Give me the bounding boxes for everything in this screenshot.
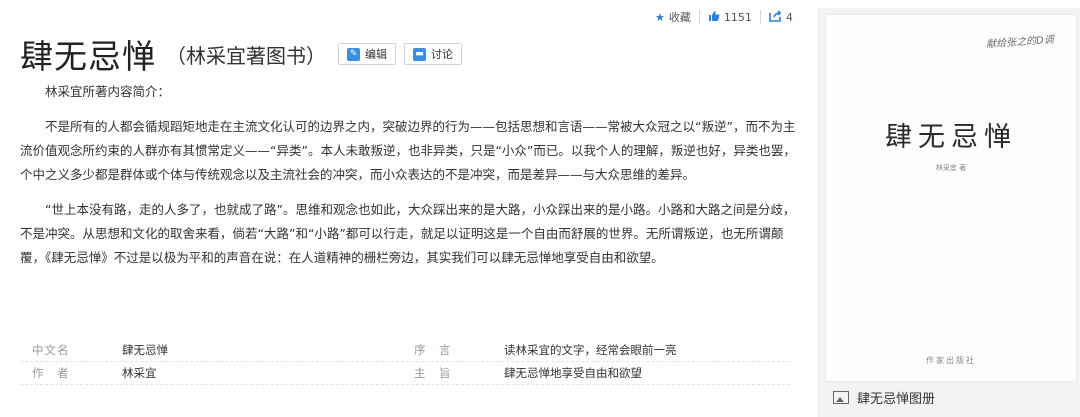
share-button[interactable]: 4: [769, 9, 793, 25]
summary-paragraph: “世上本没有路，走的人多了，也就成了路”。思维和观念也如此，大众踩出来的是大路，…: [20, 202, 796, 265]
edit-button[interactable]: ✎ 编辑: [338, 43, 396, 65]
info-value: 林采宜: [122, 366, 157, 380]
page-subtitle: （林采宜著图书）: [166, 43, 326, 68]
title-row: 肆无忌惮 （林采宜著图书） ✎ 编辑 ▬ 讨论: [20, 30, 462, 78]
info-row: 中文名 肆无忌惮 序 言 读林采宜的文字，经常会眼前一亮: [20, 339, 790, 362]
toolbar-divider: [759, 10, 761, 24]
like-button[interactable]: 1151: [708, 10, 752, 25]
cover-handwriting: 献给张之的D调: [985, 34, 1055, 51]
favorite-button[interactable]: ★ 收藏: [655, 9, 691, 25]
info-label: 主 旨: [414, 366, 452, 380]
info-value: 读林采宜的文字，经常会眼前一亮: [504, 343, 677, 357]
share-icon: [769, 9, 782, 25]
image-icon: [833, 391, 849, 404]
summary-content: 林采宜所著内容简介： 不是所有的人都会循规蹈矩地走在主流文化认可的边界之内，突破…: [20, 80, 800, 270]
info-label: 序 言: [414, 343, 452, 357]
like-count: 1151: [723, 10, 752, 24]
cover-title: 肆无忌惮: [885, 122, 1017, 153]
edit-label: 编辑: [365, 48, 387, 61]
favorite-label: 收藏: [668, 11, 691, 24]
album-link[interactable]: 肆无忌惮图册: [833, 388, 935, 407]
cover-author: 林采宜 著: [935, 164, 967, 172]
thumbs-up-icon: [708, 10, 720, 25]
comment-icon: ▬: [413, 47, 426, 61]
intro-text: 林采宜所著内容简介：: [45, 84, 171, 99]
share-count: 4: [785, 10, 793, 24]
album-panel: 献给张之的D调 肆无忌惮 林采宜 著 作家出版社 肆无忌惮图册: [818, 8, 1080, 417]
toolbar-divider: [698, 10, 700, 24]
action-toolbar: ★ 收藏 1151 4: [655, 8, 793, 26]
book-cover-image[interactable]: 献给张之的D调 肆无忌惮 林采宜 著 作家出版社: [825, 14, 1077, 382]
album-label: 肆无忌惮图册: [857, 392, 936, 407]
page-title: 肆无忌惮: [20, 37, 156, 76]
info-label: 中文名: [32, 343, 70, 357]
discuss-label: 讨论: [431, 48, 453, 61]
cover-publisher: 作家出版社: [926, 356, 976, 365]
pencil-icon: ✎: [347, 47, 360, 61]
basic-info-table: 中文名 肆无忌惮 序 言 读林采宜的文字，经常会眼前一亮 作 者 林采宜 主 旨…: [20, 339, 790, 385]
info-value: 肆无忌惮: [122, 343, 168, 357]
info-value: 肆无忌惮地享受自由和欲望: [504, 366, 642, 380]
discuss-button[interactable]: ▬ 讨论: [404, 43, 462, 65]
star-icon: ★: [655, 10, 665, 24]
info-row: 作 者 林采宜 主 旨 肆无忌惮地享受自由和欲望: [20, 362, 790, 385]
summary-paragraph: 不是所有的人都会循规蹈矩地走在主流文化认可的边界之内，突破边界的行为——包括思想…: [20, 119, 796, 182]
info-label: 作 者: [32, 366, 70, 380]
